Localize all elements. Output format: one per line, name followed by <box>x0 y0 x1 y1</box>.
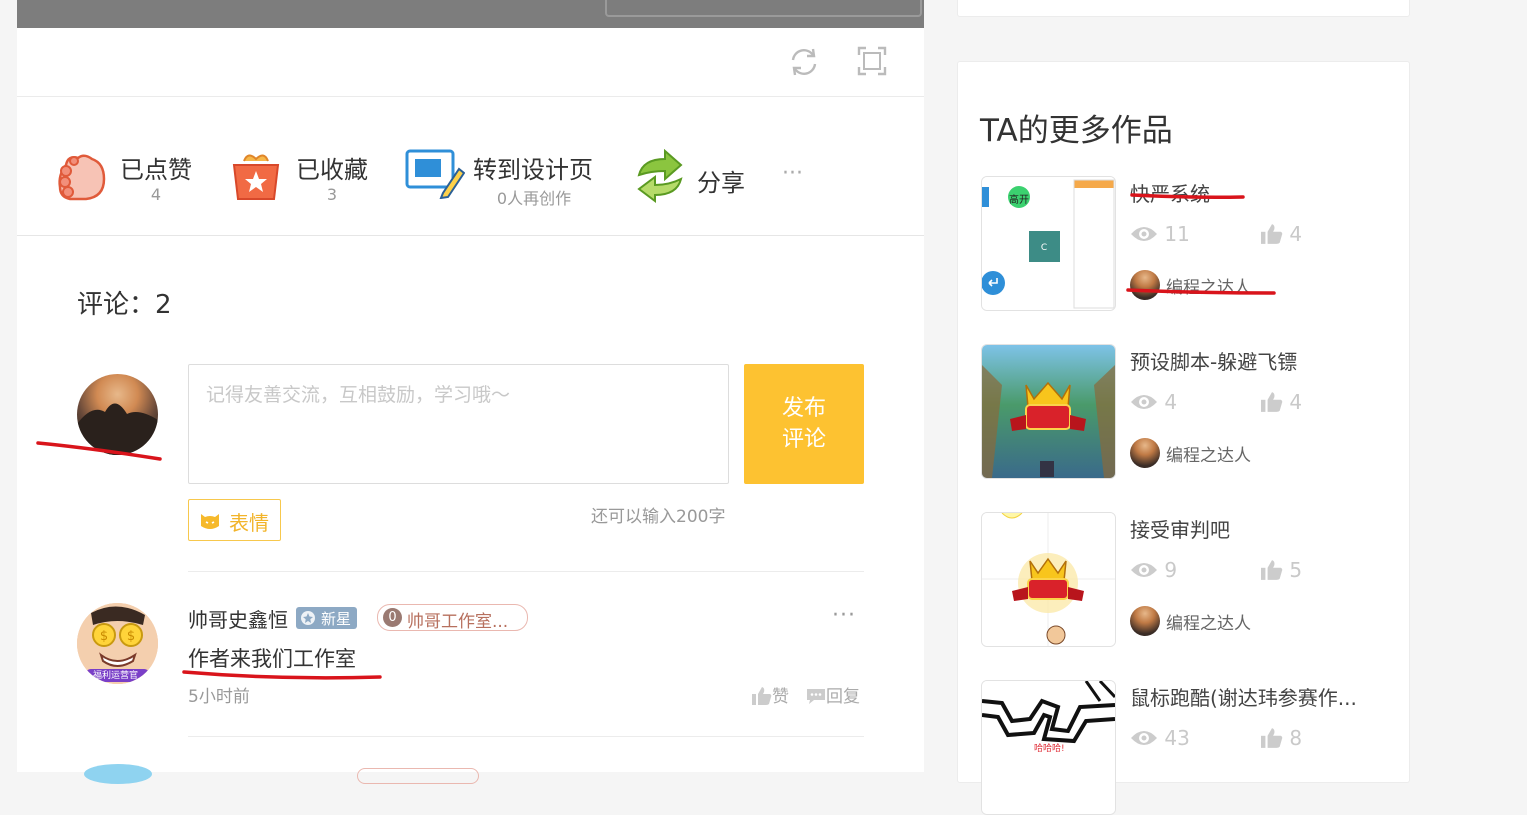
red-annotation-underlines <box>36 193 1276 680</box>
